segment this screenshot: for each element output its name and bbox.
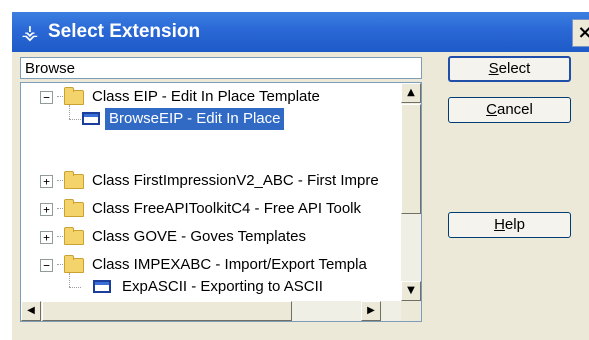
cancel-button[interactable]: Cancel xyxy=(448,97,571,123)
folder-icon xyxy=(64,171,84,189)
horizontal-scrollbar[interactable]: ◀ ▶ xyxy=(21,301,401,321)
vertical-scrollbar[interactable]: ▲ ▼ xyxy=(401,83,421,301)
expand-icon[interactable]: + xyxy=(40,203,53,216)
tree-item-label: Class GOVE - Goves Templates xyxy=(92,228,306,245)
cancel-accelerator: C xyxy=(486,101,497,118)
tree-item-label: BrowseEIP - Edit In Place xyxy=(105,108,285,130)
title-bar[interactable]: ⚶ Select Extension × xyxy=(12,12,589,52)
help-label: elp xyxy=(504,216,525,233)
tree-item-label: Class FreeAPIToolkitC4 - Free API Toolk xyxy=(92,200,361,217)
scroll-up-arrow-icon[interactable]: ▲ xyxy=(401,83,421,103)
tree-item-label: Class FirstImpressionV2_ABC - First Impr… xyxy=(92,172,379,189)
scroll-right-arrow-icon[interactable]: ▶ xyxy=(361,301,381,321)
tree-item-class-gove[interactable]: + Class GOVE - Goves Templates xyxy=(21,223,401,251)
scroll-left-arrow-icon[interactable]: ◀ xyxy=(21,301,41,321)
window-title: Select Extension xyxy=(48,21,201,42)
expand-icon[interactable]: + xyxy=(40,231,53,244)
clarion-icon: ⚶ xyxy=(21,20,39,44)
cancel-label: ancel xyxy=(496,101,533,118)
tree-item-class-firstimpression[interactable]: + Class FirstImpressionV2_ABC - First Im… xyxy=(21,167,401,195)
collapse-icon[interactable]: − xyxy=(40,259,53,272)
folder-icon xyxy=(64,255,84,273)
help-button[interactable]: Help xyxy=(448,212,571,238)
horizontal-scroll-thumb[interactable] xyxy=(42,301,292,321)
collapse-icon[interactable]: − xyxy=(40,91,53,104)
folder-icon xyxy=(64,227,84,245)
extension-tree[interactable]: − Class EIP - Edit In Place Template Bro… xyxy=(20,82,422,322)
extension-icon xyxy=(93,280,111,293)
select-button[interactable]: Select xyxy=(448,56,571,82)
tree-item-class-freeapitoolkit[interactable]: + Class FreeAPIToolkitC4 - Free API Tool… xyxy=(21,195,401,223)
select-accelerator: S xyxy=(488,60,499,77)
extension-icon xyxy=(82,112,100,125)
folder-icon xyxy=(64,199,84,217)
help-accelerator: H xyxy=(494,216,505,233)
folder-icon xyxy=(64,87,84,105)
tree-item-label: ExpASCII - Exporting to ASCII xyxy=(122,278,323,295)
close-button[interactable]: × xyxy=(572,19,589,47)
tree-item-expascii[interactable]: ExpASCII - Exporting to ASCII xyxy=(21,273,401,301)
expand-icon[interactable]: + xyxy=(40,175,53,188)
search-input[interactable] xyxy=(20,57,422,79)
tree-item-browseeip[interactable]: BrowseEIP - Edit In Place xyxy=(21,105,401,133)
select-label: elect xyxy=(498,60,531,77)
scroll-down-arrow-icon[interactable]: ▼ xyxy=(401,281,421,301)
vertical-scroll-thumb[interactable] xyxy=(401,104,421,214)
scroll-corner xyxy=(401,301,421,321)
